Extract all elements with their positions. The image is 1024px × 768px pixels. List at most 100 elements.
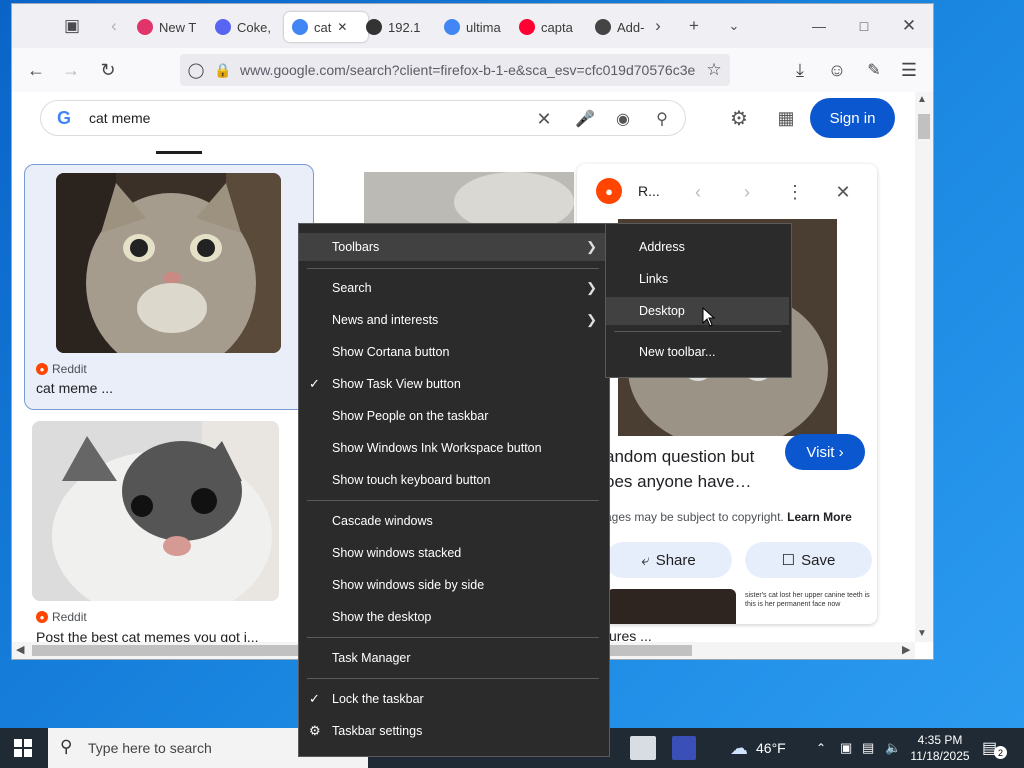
tab-item[interactable]: ultima [444, 12, 504, 42]
checkmark-icon: ✓ [309, 691, 320, 706]
toolbars-submenu-item[interactable]: Desktop [606, 297, 789, 325]
apps-grid-icon[interactable]: ▦ [775, 107, 797, 129]
account-icon[interactable]: ☺ [825, 58, 849, 82]
minimize-icon[interactable]: — [807, 14, 831, 38]
context-menu-item[interactable]: Task Manager [299, 644, 607, 672]
context-menu-item[interactable]: Toolbars ❯ [299, 233, 607, 261]
tab-item[interactable]: capta [519, 12, 581, 42]
vertical-scrollbar[interactable]: ▲ ▼ [915, 92, 933, 642]
extensions-icon[interactable]: ✎ [862, 58, 886, 82]
context-menu-item[interactable]: ✓ Show Task View button [299, 370, 607, 398]
sign-in-button[interactable]: Sign in [810, 98, 895, 138]
context-menu-label: Search [332, 281, 372, 295]
close-tab-icon[interactable]: ✕ [337, 20, 347, 34]
settings-gear-icon[interactable]: ⚙ [728, 107, 750, 130]
search-query[interactable]: cat meme [89, 110, 150, 126]
weather-widget[interactable]: ☁ 46°F [730, 728, 786, 768]
context-menu-item[interactable]: News and interests ❯ [299, 306, 607, 334]
scroll-thumb[interactable] [918, 114, 930, 139]
show-hidden-icons[interactable]: ⌃ [816, 728, 826, 768]
close-window-icon[interactable]: ✕ [897, 14, 921, 38]
new-tab-icon[interactable]: + [682, 14, 706, 38]
tab-item[interactable]: 192.1 [366, 12, 428, 42]
context-menu-item[interactable]: ⚙ Taskbar settings [299, 717, 607, 745]
shield-icon[interactable]: ◯ [184, 58, 208, 82]
scroll-left-icon[interactable]: ◀ [16, 643, 24, 656]
context-menu-item[interactable]: Show touch keyboard button [299, 466, 607, 494]
tab-label: Add- [617, 19, 645, 35]
meet-now-icon[interactable]: ▣ [840, 728, 852, 768]
search-icon[interactable]: ⚲ [651, 108, 673, 130]
notification-center-icon[interactable]: ▤ 2 [982, 738, 1007, 759]
menu-icon[interactable]: ☰ [897, 58, 921, 82]
lens-icon[interactable]: ◉ [612, 108, 634, 130]
tab-label: cat [314, 19, 332, 35]
bookmark-star-icon[interactable]: ☆ [702, 58, 726, 82]
visit-button[interactable]: Visit › [785, 434, 865, 470]
pinned-app-icon[interactable] [672, 736, 696, 760]
network-icon[interactable]: ▤ [862, 728, 874, 768]
toolbars-submenu-item[interactable]: Address [606, 233, 789, 261]
learn-more-link[interactable]: Learn More [787, 510, 852, 524]
toolbars-submenu-item[interactable]: New toolbar... [606, 338, 789, 366]
context-menu-item[interactable]: Search ❯ [299, 274, 607, 302]
context-menu-item[interactable]: Show People on the taskbar [299, 402, 607, 430]
url-text[interactable]: www.google.com/search?client=firefox-b-1… [240, 62, 695, 78]
back-icon[interactable]: ← [24, 58, 48, 82]
tab-item[interactable]: Add- [595, 12, 645, 42]
cat-image-2[interactable] [32, 421, 279, 601]
share-button[interactable]: ⤶ Share [605, 542, 732, 578]
clear-icon[interactable]: ✕ [533, 108, 555, 130]
microphone-icon[interactable]: 🎤 [574, 108, 596, 130]
panel-close-icon[interactable]: ✕ [832, 181, 854, 203]
reload-icon[interactable]: ↻ [96, 58, 120, 82]
context-menu-item[interactable]: Cascade windows [299, 507, 607, 535]
maximize-icon[interactable]: □ [852, 14, 876, 38]
related-caption[interactable]: ures ... [609, 628, 652, 642]
context-menu-item[interactable]: ✓ Lock the taskbar [299, 685, 607, 713]
context-menu-item[interactable]: Show windows stacked [299, 539, 607, 567]
result-caption[interactable]: Post the best cat memes you got i... [36, 629, 259, 642]
context-menu-item[interactable]: Show Cortana button [299, 338, 607, 366]
tab-item[interactable]: New T [137, 12, 199, 42]
panel-next-icon[interactable]: › [736, 181, 758, 203]
cat-image-1[interactable] [56, 173, 281, 353]
scroll-right-icon[interactable]: ▶ [902, 643, 910, 656]
related-image-1[interactable] [607, 589, 736, 624]
toolbars-submenu-item[interactable]: Links [606, 265, 789, 293]
panel-title-line2[interactable]: oes anyone have… [605, 472, 752, 492]
pinned-app-icon[interactable] [630, 736, 656, 760]
windows-start-icon[interactable] [14, 739, 32, 757]
tab-scroll-left-icon[interactable]: ‹ [102, 14, 126, 38]
result-caption[interactable]: cat meme ... [36, 380, 113, 396]
tab-favicon-icon [215, 19, 231, 35]
context-menu-item[interactable]: Show Windows Ink Workspace button [299, 434, 607, 462]
panel-prev-icon[interactable]: ‹ [687, 181, 709, 203]
save-button[interactable]: ☐ Save [745, 542, 872, 578]
system-clock[interactable]: 4:35 PM 11/18/2025 [905, 732, 975, 764]
tab-label: 192.1 [388, 19, 421, 35]
tab-overview-icon[interactable]: ▣ [60, 14, 84, 38]
list-tabs-icon[interactable]: ⌄ [722, 14, 746, 38]
tab-scroll-right-icon[interactable]: › [646, 14, 670, 38]
context-menu-item[interactable]: Show windows side by side [299, 571, 607, 599]
panel-more-icon[interactable]: ⋮ [784, 181, 806, 203]
address-bar[interactable]: ◯ 🔒 www.google.com/search?client=firefox… [180, 54, 730, 86]
panel-title-line1[interactable]: andom question but [605, 447, 754, 467]
volume-icon[interactable]: 🔈 [885, 728, 901, 768]
forward-icon[interactable]: → [59, 58, 83, 82]
tab-favicon-icon [595, 19, 611, 35]
related-text[interactable]: sister's cat lost her upper canine teeth… [745, 591, 876, 609]
context-menu-label: Show People on the taskbar [332, 409, 489, 423]
panel-source[interactable]: R... [638, 183, 660, 199]
submenu-label: Links [639, 272, 669, 286]
tab-item[interactable]: cat ✕ [284, 12, 368, 42]
scroll-up-icon[interactable]: ▲ [917, 94, 927, 105]
lock-icon[interactable]: 🔒 [211, 58, 235, 82]
scroll-down-icon[interactable]: ▼ [917, 628, 927, 639]
tab-item[interactable]: Coke, [215, 12, 275, 42]
downloads-icon[interactable]: ⤓ [788, 58, 812, 82]
context-menu-item[interactable]: Show the desktop [299, 603, 607, 631]
search-input[interactable]: G cat meme ✕ 🎤 ◉ ⚲ [40, 100, 686, 136]
tab-label: capta [541, 19, 573, 35]
